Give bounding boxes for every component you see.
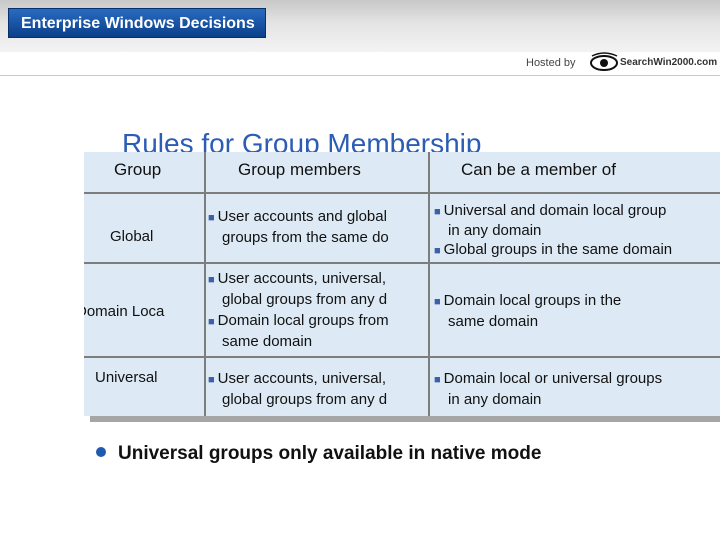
list-item: ■ Domain local or universal groups (434, 370, 663, 387)
bullet-dot-icon (96, 446, 106, 457)
member-of-column: ■ Universal and domain local group in any… (434, 152, 720, 416)
list-item: in any domain (448, 222, 542, 239)
title-word-3: Decisions (179, 15, 255, 32)
list-item: ■ Universal and domain local group (434, 202, 667, 219)
publication-title: Enterprise Windows Decisions (8, 8, 266, 38)
list-item: ■ User accounts, universal, (208, 270, 387, 287)
group-name-global: Global (110, 228, 154, 245)
bullet-icon: ■ (434, 206, 441, 218)
group-name-domain-local: Domain Loca (84, 303, 165, 320)
list-item: groups from the same do (222, 229, 389, 246)
native-mode-note: Universal groups only available in nativ… (96, 443, 541, 465)
group-name-universal: Universal (95, 369, 158, 386)
list-item: ■ User accounts, universal, (208, 370, 387, 387)
bullet-icon: ■ (208, 212, 215, 224)
header-divider (0, 75, 720, 76)
membership-table: Group Group members Can be a member of G… (84, 152, 720, 416)
note-text: Universal groups only available in nativ… (118, 443, 542, 464)
list-item: ■ User accounts and global (208, 208, 387, 225)
list-item: same domain (448, 313, 539, 330)
list-item: in any domain (448, 391, 542, 408)
hosted-by-label: Hosted by (526, 57, 576, 69)
list-item: same domain (222, 333, 313, 350)
bullet-icon: ■ (208, 374, 215, 386)
list-item: global groups from any d (222, 291, 388, 308)
members-column: ■ User accounts and global groups from th… (208, 152, 428, 416)
list-item: global groups from any d (222, 391, 388, 408)
bullet-icon: ■ (434, 245, 441, 257)
list-item: ■ Domain local groups in the (434, 292, 622, 309)
eye-icon (590, 52, 618, 71)
header-banner: Enterprise Windows Decisions (0, 0, 720, 52)
bullet-icon: ■ (208, 316, 215, 328)
list-item: ■ Domain local groups from (208, 312, 389, 329)
bullet-icon: ■ (434, 296, 441, 308)
column-header-group: Group (114, 160, 162, 179)
bullet-icon: ■ (434, 374, 441, 386)
list-item: ■ Global groups in the same domain (434, 241, 673, 258)
bullet-icon: ■ (208, 274, 215, 286)
title-word-1: Enterprise (21, 15, 101, 32)
sponsor-name: SearchWin2000.com (620, 57, 718, 68)
title-word-2: Windows (104, 15, 175, 32)
sponsor-logo: SearchWin2000.com (590, 52, 718, 74)
